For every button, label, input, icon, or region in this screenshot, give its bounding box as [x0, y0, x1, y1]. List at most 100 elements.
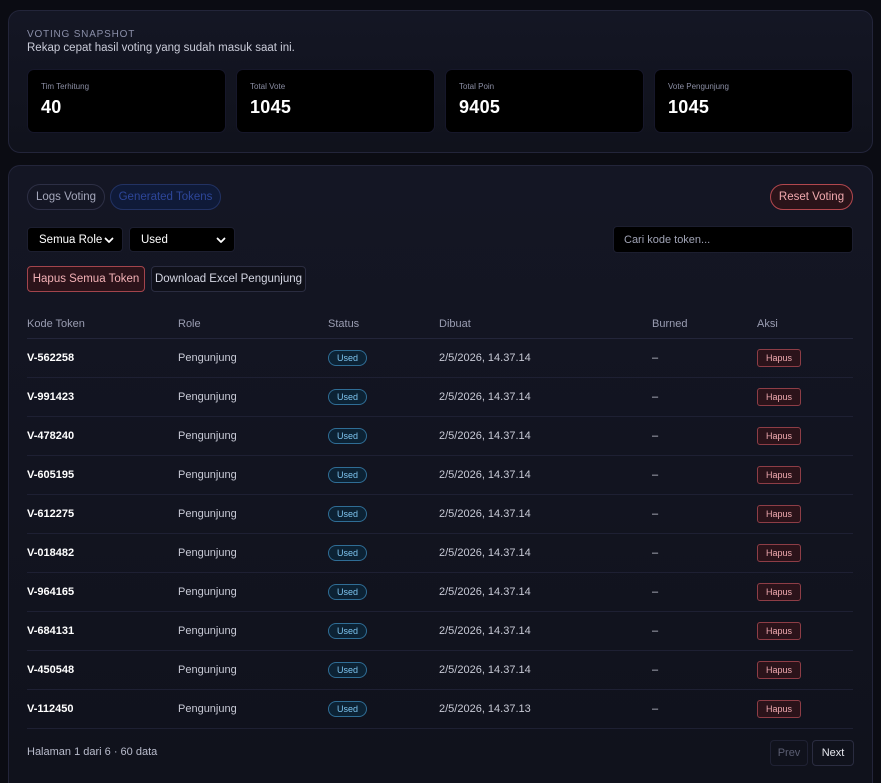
token-action-cell: Hapus [757, 611, 853, 651]
token-burned: – [652, 494, 757, 534]
prev-page-button[interactable]: Prev [770, 740, 808, 766]
delete-token-button[interactable]: Hapus [757, 660, 802, 679]
table-row: V-684131 Pengunjung Used 2/5/2026, 14.37… [27, 611, 853, 651]
table-row: V-562258 Pengunjung Used 2/5/2026, 14.37… [27, 338, 853, 378]
token-code: V-612275 [27, 494, 178, 534]
token-role: Pengunjung [178, 572, 328, 612]
stat-card-teams: Tim Terhitung 40 [27, 69, 226, 133]
token-role: Pengunjung [178, 650, 328, 690]
delete-token-button[interactable]: Hapus [757, 465, 802, 484]
stat-value: 9405 [459, 97, 501, 117]
header-kode-token: Kode Token [27, 310, 178, 339]
status-select[interactable]: Used [129, 227, 235, 252]
token-status-cell: Used [328, 338, 439, 378]
table-row: V-605195 Pengunjung Used 2/5/2026, 14.37… [27, 455, 853, 495]
token-code: V-112450 [27, 689, 178, 729]
tab-generated-tokens[interactable]: Generated Tokens [110, 184, 221, 210]
pagination-info: Halaman 1 dari 6 · 60 data [27, 746, 158, 758]
delete-token-button[interactable]: Hapus [757, 348, 802, 367]
token-status-cell: Used [328, 377, 439, 417]
delete-all-tokens-button[interactable]: Hapus Semua Token [27, 266, 145, 292]
status-badge: Used [328, 466, 368, 483]
token-burned: – [652, 650, 757, 690]
token-status-cell: Used [328, 416, 439, 456]
token-role: Pengunjung [178, 455, 328, 495]
token-action-cell: Hapus [757, 416, 853, 456]
table-row: V-991423 Pengunjung Used 2/5/2026, 14.37… [27, 377, 853, 417]
status-badge: Used [328, 700, 368, 717]
token-created: 2/5/2026, 14.37.14 [439, 455, 652, 495]
stat-value: 1045 [250, 97, 292, 117]
token-action-cell: Hapus [757, 650, 853, 690]
token-role: Pengunjung [178, 338, 328, 378]
delete-token-button[interactable]: Hapus [757, 621, 802, 640]
token-burned: – [652, 338, 757, 378]
chevron-down-icon [216, 237, 226, 243]
role-select-value: Semua Role [39, 233, 103, 246]
status-badge: Used [328, 622, 368, 639]
token-created: 2/5/2026, 14.37.14 [439, 338, 652, 378]
token-action-cell: Hapus [757, 689, 853, 729]
token-created: 2/5/2026, 14.37.13 [439, 689, 652, 729]
table-row: V-112450 Pengunjung Used 2/5/2026, 14.37… [27, 689, 853, 729]
role-select[interactable]: Semua Role [27, 227, 123, 252]
stat-label: Total Vote [250, 82, 286, 91]
delete-token-button[interactable]: Hapus [757, 543, 802, 562]
token-code: V-964165 [27, 572, 178, 612]
token-code: V-562258 [27, 338, 178, 378]
status-badge: Used [328, 544, 368, 561]
token-code: V-684131 [27, 611, 178, 651]
search-token-input[interactable] [613, 226, 853, 253]
token-created: 2/5/2026, 14.37.14 [439, 611, 652, 651]
delete-token-button[interactable]: Hapus [757, 387, 802, 406]
token-status-cell: Used [328, 494, 439, 534]
token-code: V-450548 [27, 650, 178, 690]
stat-label: Vote Pengunjung [668, 82, 729, 91]
token-action-cell: Hapus [757, 377, 853, 417]
chevron-down-icon [104, 237, 114, 243]
delete-token-button[interactable]: Hapus [757, 504, 802, 523]
tab-logs-voting[interactable]: Logs Voting [27, 184, 105, 210]
stat-label: Total Poin [459, 82, 495, 91]
delete-token-button[interactable]: Hapus [757, 426, 802, 445]
token-action-cell: Hapus [757, 338, 853, 378]
status-badge: Used [328, 388, 368, 405]
header-status: Status [328, 310, 439, 339]
token-action-cell: Hapus [757, 572, 853, 612]
token-burned: – [652, 533, 757, 573]
token-code: V-991423 [27, 377, 178, 417]
delete-token-button[interactable]: Hapus [757, 699, 802, 718]
table-header-row: Kode Token Role Status Dibuat Burned Aks… [27, 310, 853, 339]
token-role: Pengunjung [178, 689, 328, 729]
token-action-cell: Hapus [757, 494, 853, 534]
reset-voting-button[interactable]: Reset Voting [770, 184, 853, 210]
header-role: Role [178, 310, 328, 339]
token-burned: – [652, 689, 757, 729]
status-badge: Used [328, 427, 368, 444]
token-created: 2/5/2026, 14.37.14 [439, 650, 652, 690]
next-page-button[interactable]: Next [812, 740, 854, 766]
token-status-cell: Used [328, 572, 439, 612]
token-burned: – [652, 455, 757, 495]
token-action-cell: Hapus [757, 533, 853, 573]
token-status-cell: Used [328, 533, 439, 573]
stat-card-visitor-vote: Vote Pengunjung 1045 [654, 69, 853, 133]
status-badge: Used [328, 349, 368, 366]
token-role: Pengunjung [178, 533, 328, 573]
status-badge: Used [328, 661, 368, 678]
token-status-cell: Used [328, 455, 439, 495]
token-code: V-478240 [27, 416, 178, 456]
table-row: V-612275 Pengunjung Used 2/5/2026, 14.37… [27, 494, 853, 534]
delete-token-button[interactable]: Hapus [757, 582, 802, 601]
token-burned: – [652, 377, 757, 417]
token-action-cell: Hapus [757, 455, 853, 495]
token-role: Pengunjung [178, 416, 328, 456]
token-created: 2/5/2026, 14.37.14 [439, 377, 652, 417]
table-row: V-964165 Pengunjung Used 2/5/2026, 14.37… [27, 572, 853, 612]
stat-card-total-points: Total Poin 9405 [445, 69, 644, 133]
token-status-cell: Used [328, 611, 439, 651]
stat-label: Tim Terhitung [41, 82, 90, 91]
table-row: V-450548 Pengunjung Used 2/5/2026, 14.37… [27, 650, 853, 690]
download-excel-button[interactable]: Download Excel Pengunjung [151, 266, 306, 292]
stats-row: Tim Terhitung 40 Total Vote 1045 Total P… [27, 69, 853, 133]
